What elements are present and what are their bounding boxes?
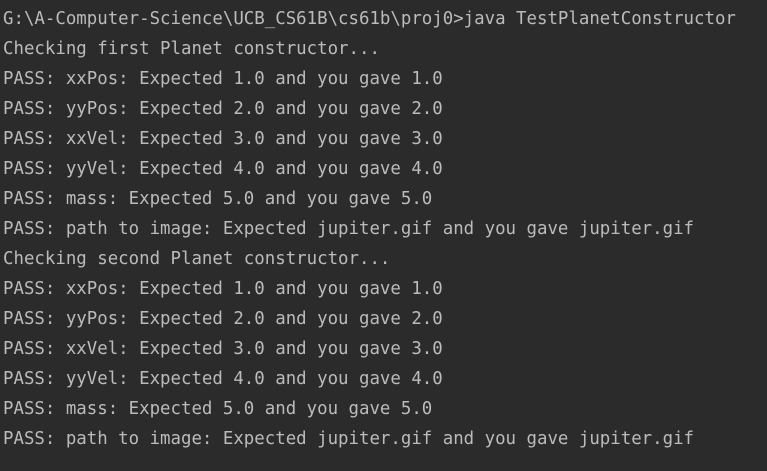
output-line: PASS: yyPos: Expected 2.0 and you gave 2… [3, 309, 443, 329]
output-line: PASS: xxPos: Expected 1.0 and you gave 1… [3, 69, 443, 89]
output-line: PASS: path to image: Expected jupiter.gi… [3, 429, 695, 449]
output-line: Checking first Planet constructor... [3, 39, 380, 59]
output-line: PASS: mass: Expected 5.0 and you gave 5.… [3, 189, 433, 209]
output-line: Checking second Planet constructor... [3, 249, 391, 269]
command-prompt-line: G:\A-Computer-Science\UCB_CS61B\cs61b\pr… [3, 9, 736, 29]
output-line: PASS: yyPos: Expected 2.0 and you gave 2… [3, 99, 443, 119]
output-line: PASS: path to image: Expected jupiter.gi… [3, 219, 695, 239]
output-line: PASS: yyVel: Expected 4.0 and you gave 4… [3, 369, 443, 389]
terminal-output[interactable]: G:\A-Computer-Science\UCB_CS61B\cs61b\pr… [0, 0, 767, 471]
output-line: PASS: xxVel: Expected 3.0 and you gave 3… [3, 129, 443, 149]
output-line: PASS: xxVel: Expected 3.0 and you gave 3… [3, 339, 443, 359]
output-line: PASS: mass: Expected 5.0 and you gave 5.… [3, 399, 433, 419]
output-line: PASS: xxPos: Expected 1.0 and you gave 1… [3, 279, 443, 299]
output-line: PASS: yyVel: Expected 4.0 and you gave 4… [3, 159, 443, 179]
